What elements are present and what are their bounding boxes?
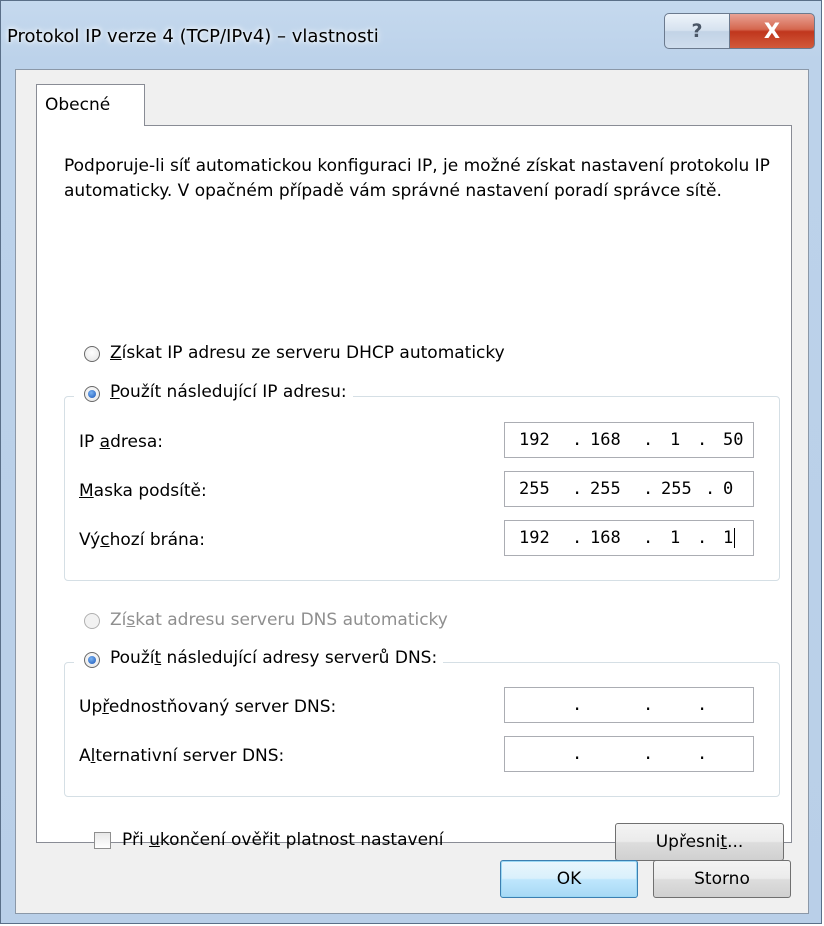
dns-dot: . bbox=[572, 744, 583, 764]
dns-dot: . bbox=[697, 695, 708, 715]
use-following-ip-label[interactable]: Použít následující IP adresu: bbox=[110, 382, 347, 402]
gateway-octet-4[interactable]: 1 bbox=[723, 528, 733, 548]
use-following-dns-option[interactable]: Použít následující adresy serverů DNS: bbox=[74, 648, 444, 668]
mask-octet-4[interactable]: 0 bbox=[723, 479, 733, 499]
mask-octet-2[interactable]: 255 bbox=[590, 479, 621, 499]
ip-octet-4[interactable]: 50 bbox=[723, 430, 743, 450]
ip-address-label: IP adresa: bbox=[79, 432, 163, 452]
dns-dot: . bbox=[697, 744, 708, 764]
alternate-dns-label: Alternativní server DNS: bbox=[79, 746, 285, 766]
cancel-button[interactable]: Storno bbox=[653, 860, 791, 898]
use-following-ip-option[interactable]: Použít následující IP adresu: bbox=[74, 382, 353, 402]
mask-dot: . bbox=[572, 479, 583, 499]
default-gateway-label: Výchozí brána: bbox=[79, 530, 205, 550]
validate-settings-checkbox[interactable] bbox=[94, 832, 111, 849]
close-button[interactable]: X bbox=[729, 13, 815, 49]
obtain-ip-auto-radio[interactable] bbox=[84, 346, 100, 362]
mask-dot: . bbox=[643, 479, 654, 499]
help-icon: ? bbox=[691, 20, 703, 42]
dns-dot: . bbox=[643, 744, 654, 764]
gateway-dot: . bbox=[572, 528, 583, 548]
mask-octet-3[interactable]: 255 bbox=[661, 479, 692, 499]
dialog-client-area: Obecné Podporuje-li síť automatickou kon… bbox=[15, 69, 809, 914]
preferred-dns-field[interactable]: . . . bbox=[504, 687, 754, 723]
validate-settings-label[interactable]: Při ukončení ověřit platnost nastavení bbox=[122, 830, 444, 850]
tab-general-label: Obecné bbox=[45, 95, 111, 115]
help-button[interactable]: ? bbox=[664, 13, 730, 49]
ok-button[interactable]: OK bbox=[500, 860, 638, 898]
mask-dot: . bbox=[705, 479, 716, 499]
tab-general[interactable]: Obecné bbox=[36, 84, 145, 126]
dns-server-group bbox=[64, 662, 780, 797]
subnet-mask-label: Maska podsítě: bbox=[79, 481, 207, 501]
preferred-dns-label: Upřednostňovaný server DNS: bbox=[79, 697, 337, 717]
obtain-ip-auto-label[interactable]: Získat IP adresu ze serveru DHCP automat… bbox=[110, 343, 505, 363]
gateway-dot: . bbox=[697, 528, 708, 548]
ip-dot: . bbox=[643, 430, 654, 450]
window-title: Protokol IP verze 4 (TCP/IPv4) – vlastno… bbox=[7, 26, 379, 47]
advanced-button[interactable]: Upřesni t... bbox=[615, 823, 784, 861]
dns-dot: . bbox=[572, 695, 583, 715]
alternate-dns-field[interactable]: . . . bbox=[504, 736, 754, 772]
ok-button-label: OK bbox=[556, 869, 582, 889]
mask-octet-1[interactable]: 255 bbox=[519, 479, 550, 499]
subnet-mask-field[interactable]: 255 . 255 . 255 . 0 bbox=[504, 471, 754, 507]
dns-dot: . bbox=[643, 695, 654, 715]
close-icon: X bbox=[763, 19, 781, 43]
title-bar[interactable]: Protokol IP verze 4 (TCP/IPv4) – vlastno… bbox=[1, 1, 821, 73]
ip-octet-2[interactable]: 168 bbox=[590, 430, 621, 450]
ip-octet-3[interactable]: 1 bbox=[670, 430, 680, 450]
ip-dot: . bbox=[697, 430, 708, 450]
gateway-dot: . bbox=[643, 528, 654, 548]
ip-octet-1[interactable]: 192 bbox=[519, 430, 550, 450]
obtain-dns-auto-label[interactable]: Získat adresu serveru DNS automaticky bbox=[110, 610, 448, 630]
dialog-window: Protokol IP verze 4 (TCP/IPv4) – vlastno… bbox=[0, 0, 822, 924]
default-gateway-field[interactable]: 192 . 168 . 1 . 1 bbox=[504, 520, 754, 556]
gateway-octet-2[interactable]: 168 bbox=[590, 528, 621, 548]
use-following-dns-label[interactable]: Použít následující adresy serverů DNS: bbox=[110, 648, 437, 668]
ip-address-field[interactable]: 192 . 168 . 1 . 50 bbox=[504, 422, 754, 458]
text-caret bbox=[734, 528, 735, 548]
gateway-octet-3[interactable]: 1 bbox=[670, 528, 680, 548]
ip-dot: . bbox=[572, 430, 583, 450]
gateway-octet-1[interactable]: 192 bbox=[519, 528, 550, 548]
description-text: Podporuje-li síť automatickou konfigurac… bbox=[64, 156, 770, 201]
obtain-dns-auto-radio[interactable] bbox=[84, 613, 100, 629]
use-following-dns-radio[interactable] bbox=[84, 652, 100, 668]
use-following-ip-radio[interactable] bbox=[84, 386, 100, 402]
tab-panel-general: Podporuje-li síť automatickou konfigurac… bbox=[36, 125, 792, 861]
cancel-button-label: Storno bbox=[694, 869, 750, 889]
